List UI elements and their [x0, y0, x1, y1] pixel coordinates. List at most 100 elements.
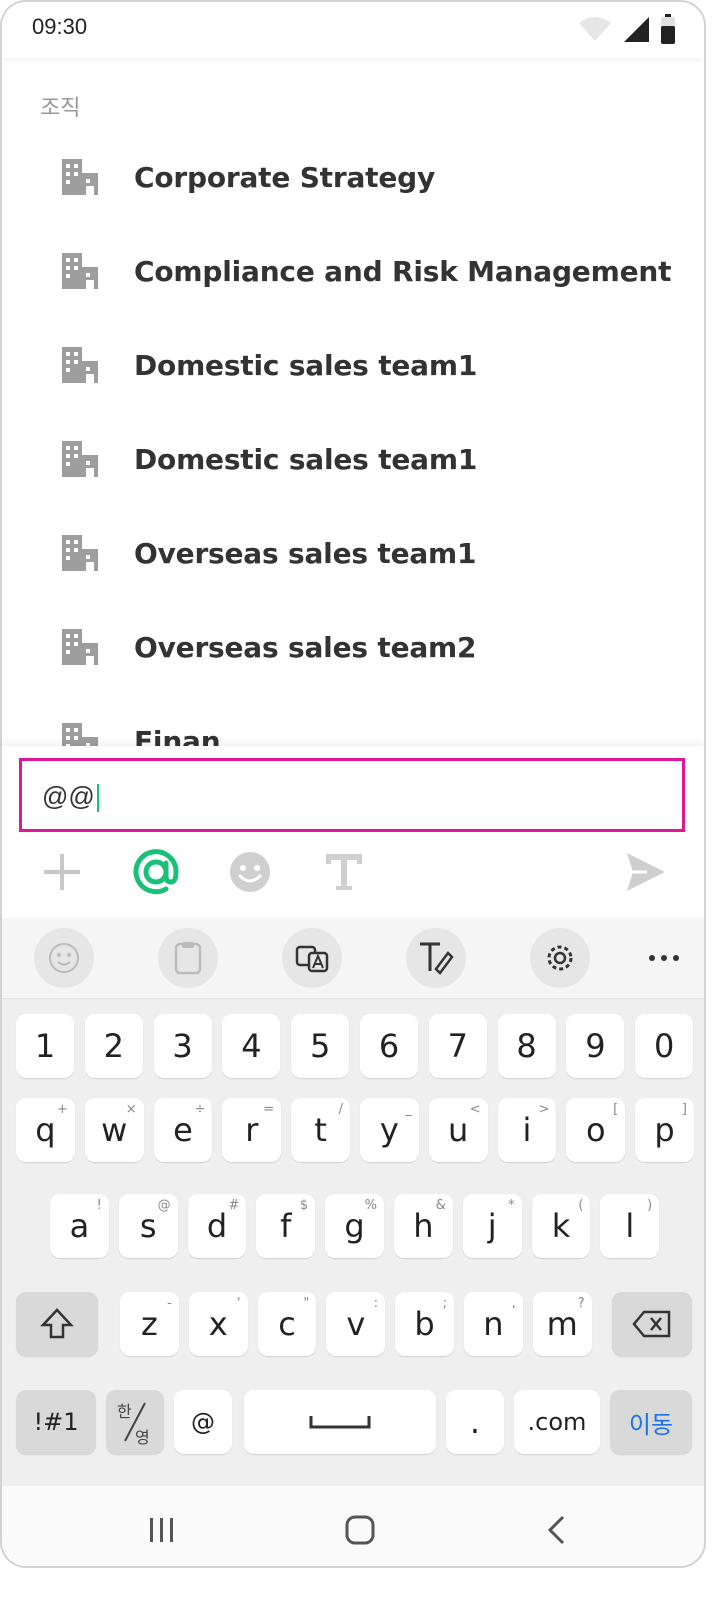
back-icon[interactable]	[536, 1510, 576, 1550]
key-u[interactable]: u <	[428, 1098, 488, 1162]
key-7[interactable]: 7	[428, 1014, 487, 1078]
enter-go-key[interactable]: 이동	[610, 1390, 692, 1454]
key-f[interactable]: f $	[256, 1194, 316, 1258]
organization-item[interactable]: Domestic sales team1	[2, 412, 704, 506]
key-r[interactable]: r =	[222, 1098, 282, 1162]
message-input-value: @@	[42, 781, 99, 813]
key-v[interactable]: v:	[326, 1292, 386, 1356]
organization-list: Corporate Strategy Compliance and Risk Ma…	[2, 130, 704, 746]
key-label: o	[586, 1111, 606, 1149]
dotcom-key[interactable]: .com	[514, 1390, 600, 1454]
key-w[interactable]: w ×	[84, 1098, 144, 1162]
building-icon	[62, 723, 98, 746]
organization-name: Domestic sales team1	[134, 348, 478, 382]
more-options-icon[interactable]	[634, 928, 694, 988]
key-y[interactable]: y _	[360, 1098, 419, 1162]
organization-name: Finan	[134, 724, 221, 747]
message-input[interactable]: @@	[19, 758, 685, 832]
organization-item[interactable]: Compliance and Risk Management	[2, 224, 704, 318]
battery-icon	[661, 14, 675, 44]
key-d[interactable]: d #	[187, 1194, 247, 1258]
key-3[interactable]: 3	[153, 1014, 212, 1078]
key-n[interactable]: n,	[464, 1292, 523, 1356]
key-label: j	[487, 1207, 497, 1245]
key-label: e	[173, 1111, 193, 1149]
backspace-key[interactable]	[612, 1292, 692, 1356]
key-p[interactable]: p]	[635, 1098, 694, 1162]
key-label: i	[522, 1111, 532, 1149]
key-label: k	[551, 1207, 571, 1245]
key-a[interactable]: a!	[50, 1194, 109, 1258]
emoji-icon[interactable]	[226, 848, 274, 896]
key-label: q	[35, 1111, 56, 1149]
key-alt-label: %	[364, 1198, 377, 1213]
key-alt-label: *	[508, 1198, 515, 1213]
keyboard-emoji-icon[interactable]	[34, 928, 94, 988]
language-switch-top: 한	[117, 1402, 132, 1421]
send-icon[interactable]	[622, 848, 670, 896]
key-4[interactable]: 4	[222, 1014, 281, 1078]
key-alt-label: #	[228, 1198, 240, 1213]
key-9[interactable]: 9	[566, 1014, 625, 1078]
key-g[interactable]: g%	[325, 1194, 384, 1258]
key-alt-label: <	[469, 1102, 481, 1117]
key-o[interactable]: o[	[566, 1098, 626, 1162]
key-s[interactable]: s @	[118, 1194, 178, 1258]
language-switch-key[interactable]: 한영	[106, 1390, 164, 1454]
key-alt-label: @	[157, 1198, 171, 1213]
organization-item[interactable]: Corporate Strategy	[2, 130, 704, 224]
building-icon	[62, 253, 98, 289]
organization-item[interactable]: Overseas sales team2	[2, 600, 704, 694]
organization-item[interactable]: Domestic sales team1	[2, 318, 704, 412]
keyboard-toolbar	[2, 918, 704, 999]
plus-icon[interactable]	[38, 848, 86, 896]
key-t[interactable]: t /	[291, 1098, 350, 1162]
home-icon[interactable]	[340, 1510, 380, 1550]
key-label: z	[141, 1305, 158, 1343]
mention-icon[interactable]	[132, 848, 180, 896]
key-8[interactable]: 8	[497, 1014, 556, 1078]
clipboard-icon[interactable]	[158, 928, 218, 988]
period-key[interactable]: .	[446, 1390, 504, 1454]
key-j[interactable]: j *	[462, 1194, 522, 1258]
handwriting-icon[interactable]	[406, 928, 466, 988]
key-c[interactable]: c "	[257, 1292, 317, 1356]
key-alt-label: '	[237, 1296, 241, 1311]
organization-item[interactable]: Overseas sales team1	[2, 506, 704, 600]
key-b[interactable]: b;	[395, 1292, 454, 1356]
space-key[interactable]	[244, 1390, 436, 1454]
keyboard: 1234567890 q + w × e ÷ r = t / y _ u < i > o[p] a! s @ d # f $…	[2, 918, 704, 1486]
key-alt-label: )	[647, 1198, 653, 1213]
recent-apps-icon[interactable]	[142, 1510, 182, 1550]
key-x[interactable]: x '	[188, 1292, 248, 1356]
key-q[interactable]: q +	[16, 1098, 75, 1162]
key-m[interactable]: m?	[532, 1292, 592, 1356]
key-5[interactable]: 5	[291, 1014, 350, 1078]
key-k[interactable]: k(	[531, 1194, 591, 1258]
text-cursor	[96, 784, 99, 813]
key-i[interactable]: i >	[497, 1098, 557, 1162]
key-label: s	[139, 1207, 157, 1245]
symbols-key[interactable]: !#1	[16, 1390, 96, 1454]
shift-key[interactable]	[16, 1292, 98, 1356]
key-0[interactable]: 0	[635, 1014, 694, 1078]
organization-name: Overseas sales team1	[134, 536, 477, 570]
key-l[interactable]: l)	[600, 1194, 660, 1258]
key-6[interactable]: 6	[360, 1014, 418, 1078]
key-e[interactable]: e ÷	[153, 1098, 213, 1162]
key-1[interactable]: 1	[16, 1014, 74, 1078]
key-alt-label: ×	[125, 1102, 137, 1117]
organization-item[interactable]: Finan	[2, 694, 704, 746]
settings-gear-icon[interactable]	[530, 928, 590, 988]
key-h[interactable]: h &	[394, 1194, 453, 1258]
at-key[interactable]: @	[174, 1390, 232, 1454]
text-format-icon[interactable]	[320, 848, 368, 896]
key-z[interactable]: z-	[120, 1292, 179, 1356]
translate-icon[interactable]	[282, 928, 342, 988]
organization-name: Compliance and Risk Management	[134, 254, 672, 288]
organization-name: Corporate Strategy	[134, 160, 436, 194]
key-2[interactable]: 2	[84, 1014, 143, 1078]
wifi-icon	[579, 17, 611, 41]
key-label: f	[280, 1207, 292, 1245]
building-icon	[62, 159, 98, 195]
